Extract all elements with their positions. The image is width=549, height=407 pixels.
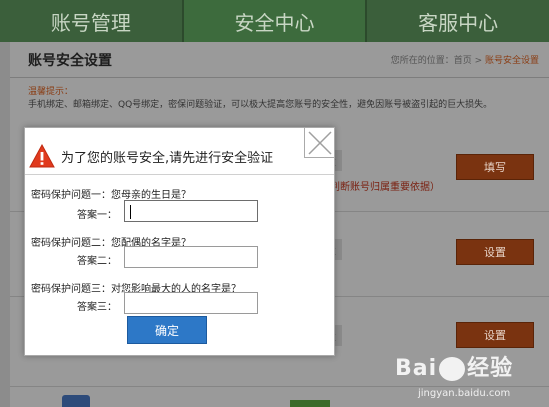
watermark-brand-left: Bai bbox=[395, 356, 438, 381]
fill-button[interactable]: 填写 bbox=[456, 154, 534, 180]
top-nav: 账号管理 安全中心 客服中心 bbox=[0, 0, 549, 42]
close-button[interactable] bbox=[304, 128, 334, 158]
baidu-jingyan-logo: Bai 经验 bbox=[395, 350, 513, 382]
status-mark bbox=[290, 400, 330, 407]
tip-text: 手机绑定、邮箱绑定、QQ号绑定，密保问题验证，可以极大提高您账号的安全性，避免因… bbox=[28, 100, 493, 110]
close-icon bbox=[308, 131, 332, 155]
tab-account-management[interactable]: 账号管理 bbox=[0, 0, 184, 42]
phone-icon bbox=[62, 395, 90, 407]
page-header: 账号安全设置 您所在的位置：首页 > 账号安全设置 bbox=[10, 42, 549, 78]
tab-customer-service[interactable]: 客服中心 bbox=[367, 0, 549, 42]
security-verification-dialog: 为了您的账号安全,请先进行安全验证 密码保护问题一：您母亲的生日是？ 答案一： … bbox=[24, 127, 335, 356]
paw-icon bbox=[439, 357, 466, 381]
answer-1-label: 答案一： bbox=[77, 210, 117, 221]
divider bbox=[25, 174, 334, 175]
answer-3-input[interactable] bbox=[124, 292, 258, 314]
question-1-label: 密码保护问题一：您母亲的生日是？ bbox=[31, 190, 191, 201]
answer-1-input[interactable] bbox=[124, 200, 258, 222]
breadcrumb-prefix: 您所在的位置：首页 > bbox=[390, 56, 483, 66]
confirm-button[interactable]: 确定 bbox=[127, 316, 207, 344]
dialog-title: 为了您的账号安全,请先进行安全验证 bbox=[61, 150, 274, 166]
tab-security-center[interactable]: 安全中心 bbox=[183, 0, 368, 42]
answer-2-label: 答案二： bbox=[77, 256, 117, 267]
warning-icon bbox=[29, 144, 55, 168]
set-button[interactable]: 设置 bbox=[456, 322, 534, 348]
tip-box: 温馨提示： 手机绑定、邮箱绑定、QQ号绑定，密保问题验证，可以极大提高您账号的安… bbox=[10, 78, 549, 112]
breadcrumb: 您所在的位置：首页 > 账号安全设置 bbox=[391, 53, 539, 66]
watermark-brand-right: 经验 bbox=[467, 356, 514, 381]
watermark-url: jingyan.baidu.com bbox=[418, 388, 511, 399]
page-title: 账号安全设置 bbox=[28, 52, 112, 69]
answer-3-label: 答案三： bbox=[77, 302, 117, 313]
set-button[interactable]: 设置 bbox=[456, 239, 534, 265]
answer-2-input[interactable] bbox=[124, 246, 258, 268]
text-caret bbox=[130, 205, 131, 219]
tip-title: 温馨提示： bbox=[28, 87, 74, 97]
breadcrumb-current[interactable]: 账号安全设置 bbox=[485, 56, 539, 66]
dialog-header: 为了您的账号安全,请先进行安全验证 bbox=[29, 144, 273, 168]
